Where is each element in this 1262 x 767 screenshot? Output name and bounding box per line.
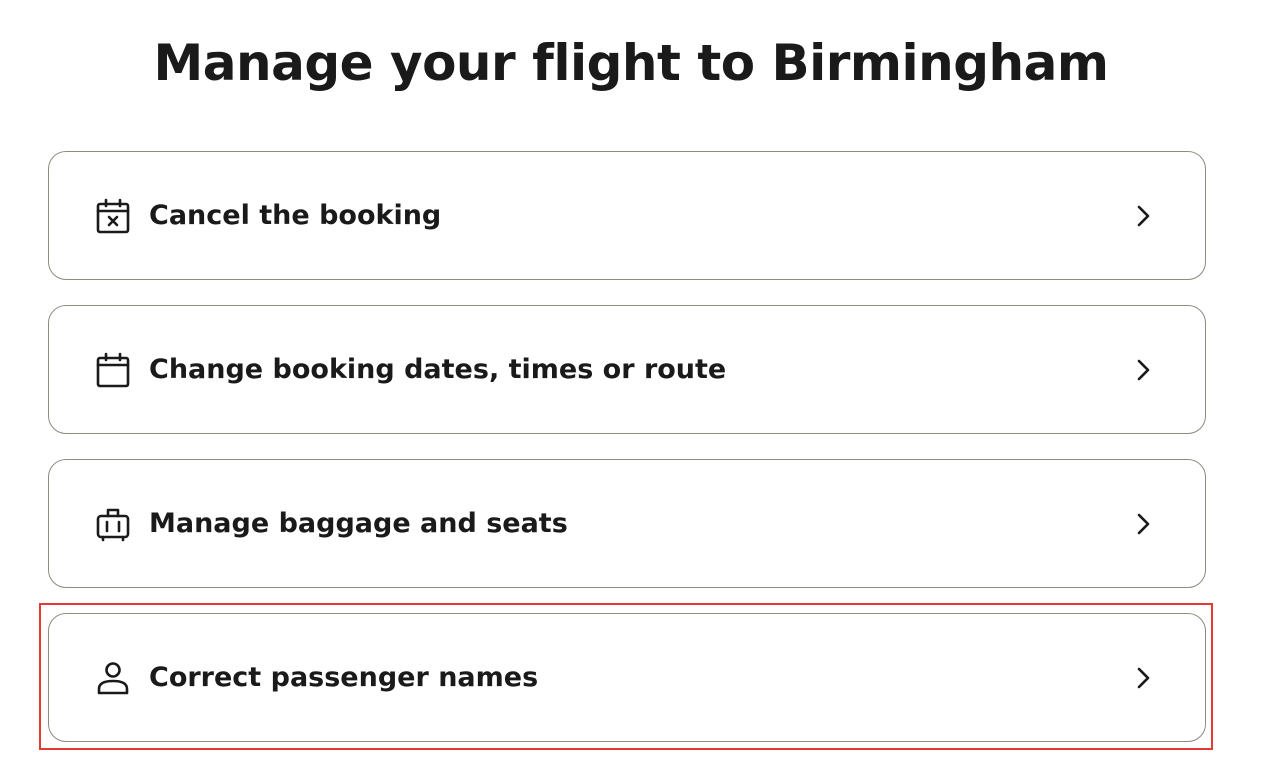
calendar-x-icon bbox=[95, 198, 131, 234]
calendar-icon bbox=[95, 352, 131, 388]
chevron-right-icon bbox=[1131, 512, 1155, 536]
option-cancel-booking[interactable]: Cancel the booking bbox=[48, 151, 1206, 280]
chevron-right-icon bbox=[1131, 666, 1155, 690]
option-correct-names[interactable]: Correct passenger names bbox=[48, 613, 1206, 742]
option-label: Cancel the booking bbox=[149, 200, 442, 231]
manage-options-list: Cancel the booking Change booking dates,… bbox=[48, 151, 1206, 767]
option-label: Change booking dates, times or route bbox=[149, 354, 727, 385]
option-manage-baggage[interactable]: Manage baggage and seats bbox=[48, 459, 1206, 588]
chevron-right-icon bbox=[1131, 358, 1155, 382]
option-label: Correct passenger names bbox=[149, 662, 539, 693]
option-change-booking[interactable]: Change booking dates, times or route bbox=[48, 305, 1206, 434]
chevron-right-icon bbox=[1131, 204, 1155, 228]
option-label: Manage baggage and seats bbox=[149, 508, 568, 539]
person-icon bbox=[95, 660, 131, 696]
page-title: Manage your flight to Birmingham bbox=[153, 34, 1109, 92]
luggage-icon bbox=[95, 506, 131, 542]
